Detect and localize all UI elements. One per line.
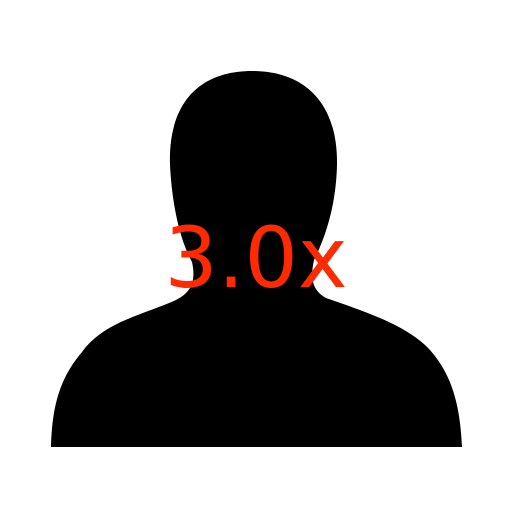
scale-factor-label: 3.0x [164,209,348,307]
avatar-placeholder: 3.0x [0,0,512,512]
